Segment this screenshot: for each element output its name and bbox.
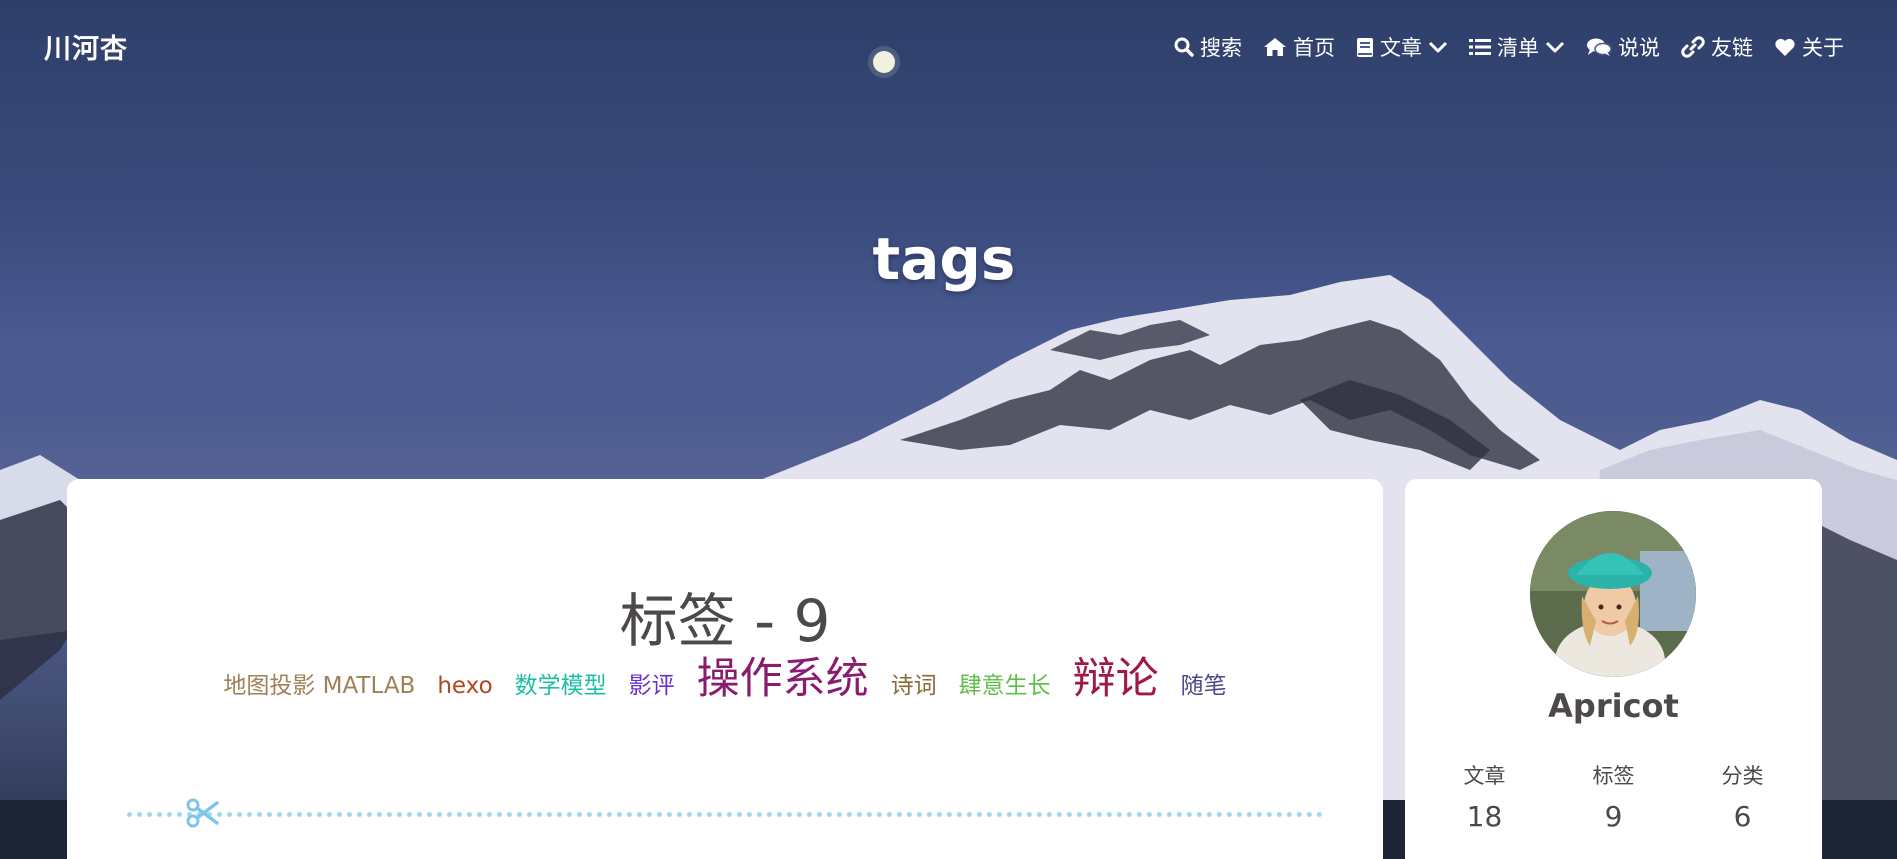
author-name: Apricot (1548, 687, 1679, 725)
nav-item-home[interactable]: 首页 (1263, 32, 1335, 62)
nav-item-about[interactable]: 关于 (1774, 32, 1844, 62)
stat-label: 标签 (1592, 764, 1635, 788)
avatar-image (1530, 511, 1696, 677)
link-icon (1681, 36, 1705, 58)
nav-item-label: 友链 (1711, 36, 1753, 60)
nav-item-search[interactable]: 搜索 (1174, 32, 1242, 62)
tag-link[interactable]: hexo (437, 673, 492, 699)
stat-label: 文章 (1463, 764, 1506, 788)
nav-item-label: 关于 (1802, 36, 1844, 60)
nav-item-friends[interactable]: 友链 (1681, 32, 1753, 62)
nav-item-moments[interactable]: 说说 (1586, 32, 1660, 62)
nav-item-lists[interactable]: 清单 (1469, 32, 1565, 62)
page: 川河杏 搜索 首页 文章 清单 说说 友链 关于 tags 标签 - 9 地图投… (0, 0, 1897, 859)
tag-link[interactable]: 随笔 (1181, 666, 1227, 700)
chevron-down-icon (1545, 41, 1565, 53)
site-brand[interactable]: 川河杏 (44, 27, 128, 66)
tags-card: 标签 - 9 地图投影 MATLAB hexo 数学模型 影评 操作系统 诗词 … (67, 479, 1383, 859)
tag-link[interactable]: 辩论 (1073, 644, 1159, 706)
avatar[interactable] (1530, 511, 1696, 677)
author-card: Apricot 文章 18 标签 9 分类 6 (1405, 479, 1822, 859)
nav-item-articles[interactable]: 文章 (1356, 32, 1448, 62)
tag-link[interactable]: 数学模型 (515, 666, 607, 700)
tag-link[interactable]: 操作系统 (697, 644, 869, 706)
stat-value: 18 (1466, 800, 1503, 833)
dotted-divider (127, 812, 1323, 817)
tag-link[interactable]: 肆意生长 (959, 666, 1051, 700)
tag-link[interactable]: 地图投影 MATLAB (223, 666, 415, 700)
scissors-icon (186, 798, 219, 828)
stat-value: 9 (1604, 800, 1623, 833)
nav-item-label: 清单 (1497, 36, 1539, 60)
stat-label: 分类 (1721, 764, 1764, 788)
stat-value: 6 (1733, 800, 1752, 833)
nav-item-label: 说说 (1618, 36, 1660, 60)
chevron-down-icon (1428, 41, 1448, 53)
heart-icon (1775, 38, 1795, 56)
nav-item-label: 搜索 (1200, 36, 1242, 60)
nav-item-label: 首页 (1293, 36, 1335, 60)
comments-icon (1587, 38, 1612, 56)
stat-categories[interactable]: 分类 6 (1688, 760, 1798, 833)
author-stats: 文章 18 标签 9 分类 6 (1420, 760, 1807, 833)
home-icon (1264, 38, 1286, 56)
list-icon (1469, 39, 1491, 55)
search-icon (1174, 37, 1194, 57)
book-icon (1357, 37, 1373, 57)
nav-item-label: 文章 (1380, 36, 1422, 60)
main-nav: 搜索 首页 文章 清单 说说 友链 关于 (1174, 32, 1844, 62)
stat-tags[interactable]: 标签 9 (1559, 760, 1669, 833)
tag-cloud: 地图投影 MATLAB hexo 数学模型 影评 操作系统 诗词 肆意生长 辩论… (67, 644, 1383, 706)
tag-link[interactable]: 诗词 (891, 666, 937, 700)
page-title: tags (872, 225, 1016, 293)
tag-link[interactable]: 影评 (629, 666, 675, 700)
stat-articles[interactable]: 文章 18 (1430, 760, 1540, 833)
